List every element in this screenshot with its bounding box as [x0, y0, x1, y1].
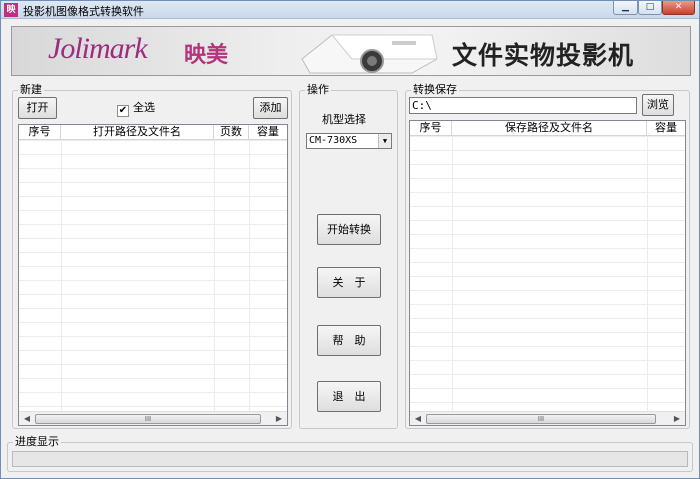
title-bar[interactable]: 映 投影机图像格式转换软件 ▁ □ ✕ [1, 1, 699, 19]
maximize-button[interactable]: □ [638, 1, 662, 15]
select-all-label: 全选 [133, 101, 155, 114]
scroll-left-icon[interactable]: ◀ [411, 413, 425, 425]
operation-group-label: 操作 [305, 83, 331, 97]
col-open-path[interactable]: 打开路径及文件名 [61, 125, 214, 140]
about-button[interactable]: 关 于 [317, 267, 381, 298]
grid-line [61, 140, 62, 411]
maximize-icon: □ [645, 2, 655, 12]
minimize-icon: ▁ [622, 2, 629, 12]
start-convert-button[interactable]: 开始转换 [317, 214, 381, 245]
save-path-input[interactable]: C:\ [409, 97, 637, 114]
open-files-rows [19, 140, 287, 411]
model-select-value: CM-730XS [309, 135, 358, 146]
main-window: 映 投影机图像格式转换软件 ▁ □ ✕ Jolimark 映美 文件实物投影机 … [0, 0, 700, 479]
select-all-checkbox[interactable]: ✔ 全选 [117, 101, 155, 117]
projector-image [301, 34, 438, 74]
col-size[interactable]: 容量 [249, 125, 287, 140]
minimize-button[interactable]: ▁ [613, 1, 638, 15]
scroll-thumb[interactable]: III [35, 414, 261, 424]
save-files-hscrollbar[interactable]: ◀ III ▶ [410, 411, 685, 425]
new-files-group-label: 新建 [18, 83, 44, 97]
browse-button[interactable]: 浏览 [642, 94, 674, 116]
operation-group: 操作 机型选择 CM-730XS ▼ 开始转换 关 于 帮 助 退 出 [299, 83, 398, 429]
checkbox-checked-icon: ✔ [117, 105, 129, 117]
model-select-label: 机型选择 [322, 113, 366, 126]
progress-group-label: 进度显示 [13, 435, 61, 449]
scroll-right-icon[interactable]: ▶ [272, 413, 286, 425]
col-pages[interactable]: 页数 [214, 125, 249, 140]
grid-line [249, 140, 250, 411]
dropdown-arrow-icon[interactable]: ▼ [378, 134, 391, 148]
open-files-hscrollbar[interactable]: ◀ III ▶ [19, 411, 287, 425]
grid-line [214, 140, 215, 411]
window-title: 投影机图像格式转换软件 [23, 5, 144, 18]
open-files-header: 序号 打开路径及文件名 页数 容量 [19, 125, 287, 140]
grid-line [647, 136, 648, 411]
close-icon: ✕ [674, 2, 683, 12]
close-button[interactable]: ✕ [662, 1, 695, 15]
save-files-list[interactable]: 序号 保存路径及文件名 容量 ◀ III ▶ [409, 120, 686, 426]
save-group-label: 转换保存 [411, 83, 459, 97]
scroll-right-icon[interactable]: ▶ [670, 413, 684, 425]
new-files-group: 新建 打开 ✔ 全选 添加 序号 打开路径及文件名 页数 容量 ◀ III ▶ [12, 83, 292, 429]
brand-logo-cn: 映美 [184, 43, 229, 68]
brand-logo: Jolimark [48, 32, 148, 65]
progress-bar [12, 451, 688, 467]
scroll-thumb[interactable]: III [426, 414, 656, 424]
progress-group: 进度显示 [7, 435, 693, 472]
col-index[interactable]: 序号 [19, 125, 61, 140]
exit-button[interactable]: 退 出 [317, 381, 381, 412]
col-save-path[interactable]: 保存路径及文件名 [452, 121, 647, 136]
app-icon: 映 [4, 3, 18, 17]
scroll-left-icon[interactable]: ◀ [20, 413, 34, 425]
open-button[interactable]: 打开 [18, 97, 57, 119]
banner-slogan: 文件实物投影机 [452, 41, 635, 70]
col-size[interactable]: 容量 [647, 121, 685, 136]
col-index[interactable]: 序号 [410, 121, 452, 136]
model-select[interactable]: CM-730XS ▼ [306, 133, 392, 149]
help-button[interactable]: 帮 助 [317, 325, 381, 356]
grid-line [452, 136, 453, 411]
save-group: 转换保存 C:\ 浏览 序号 保存路径及文件名 容量 ◀ III ▶ [405, 83, 690, 429]
brand-banner: Jolimark 映美 文件实物投影机 [11, 26, 691, 76]
add-button[interactable]: 添加 [253, 97, 288, 119]
save-files-header: 序号 保存路径及文件名 容量 [410, 121, 685, 136]
open-files-list[interactable]: 序号 打开路径及文件名 页数 容量 ◀ III ▶ [18, 124, 288, 426]
